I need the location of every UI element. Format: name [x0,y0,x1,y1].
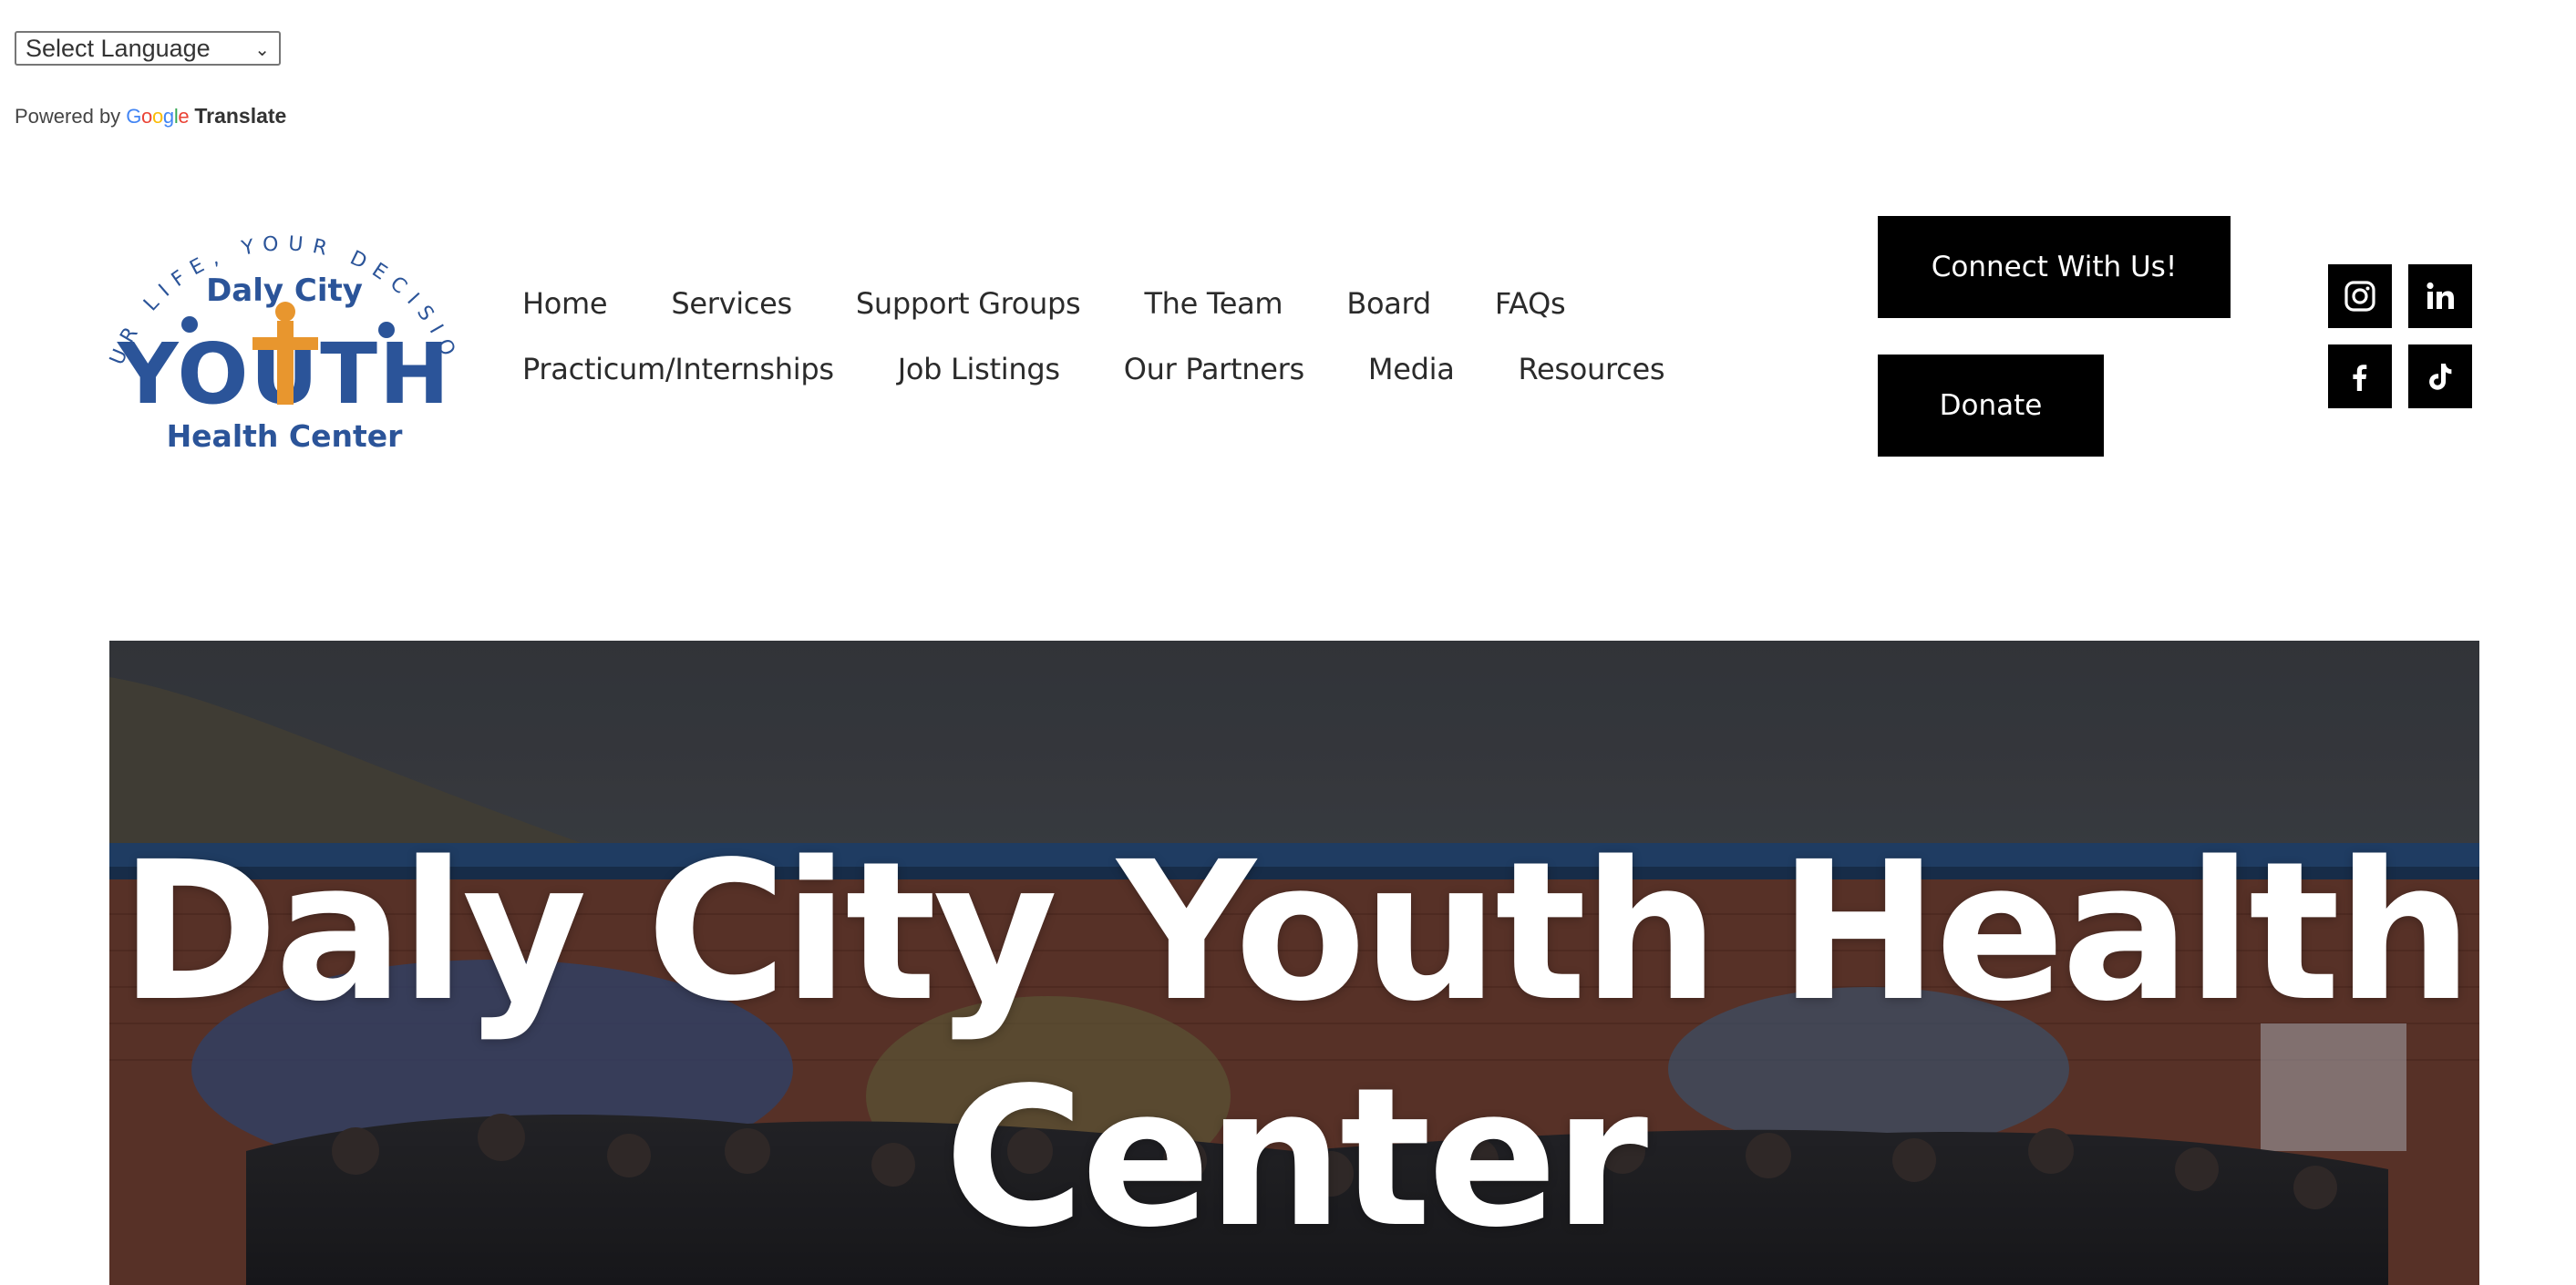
donate-button[interactable]: Donate [1878,355,2104,457]
facebook-icon [2353,365,2367,391]
logo-figures: YOUTH [117,302,449,423]
google-letter: G [126,104,141,128]
logo-health-center: Health Center [167,418,404,454]
hero-title: Daly City Youth Health Center [119,820,2473,1270]
instagram-link[interactable] [2328,264,2392,328]
nav-job-listings[interactable]: Job Listings [898,352,1060,386]
nav-resources[interactable]: Resources [1519,352,1665,386]
nav-home[interactable]: Home [522,286,608,321]
connect-with-us-button[interactable]: Connect With Us! [1878,216,2231,318]
powered-by-label: Powered by [15,104,121,128]
nav-row: Practicum/Internships Job Listings Our P… [522,352,1665,386]
language-select[interactable]: Select Language ⌄ [15,31,281,66]
nav-board[interactable]: Board [1346,286,1431,321]
nav-faqs[interactable]: FAQs [1495,286,1566,321]
google-letter: o [141,104,152,128]
powered-by-google-translate: Powered by Google Translate [15,104,286,128]
google-letter: e [178,104,190,128]
tiktok-icon [2429,364,2452,390]
nav-row: Home Services Support Groups The Team Bo… [522,286,1566,321]
nav-the-team[interactable]: The Team [1144,286,1283,321]
google-logo[interactable]: Google [126,105,189,128]
facebook-link[interactable] [2328,344,2392,408]
nav-services[interactable]: Services [671,286,792,321]
nav-our-partners[interactable]: Our Partners [1124,352,1304,386]
site-logo[interactable]: YOUR LIFE, YOUR DECISIONS Daly City YOUT… [102,211,467,457]
nav-practicum-internships[interactable]: Practicum/Internships [522,352,834,386]
linkedin-icon [2427,282,2454,309]
language-select-value: Select Language [26,34,211,62]
translate-link[interactable]: Translate [194,104,286,128]
instagram-icon [2344,281,2375,312]
chevron-down-icon: ⌄ [254,40,270,60]
nav-support-groups[interactable]: Support Groups [856,286,1081,321]
linkedin-link[interactable] [2408,264,2472,328]
google-letter: g [162,104,174,128]
tiktok-link[interactable] [2408,344,2472,408]
google-letter: o [151,104,163,128]
hero-banner: Daly City Youth Health Center [109,641,2479,1285]
nav-media[interactable]: Media [1368,352,1455,386]
